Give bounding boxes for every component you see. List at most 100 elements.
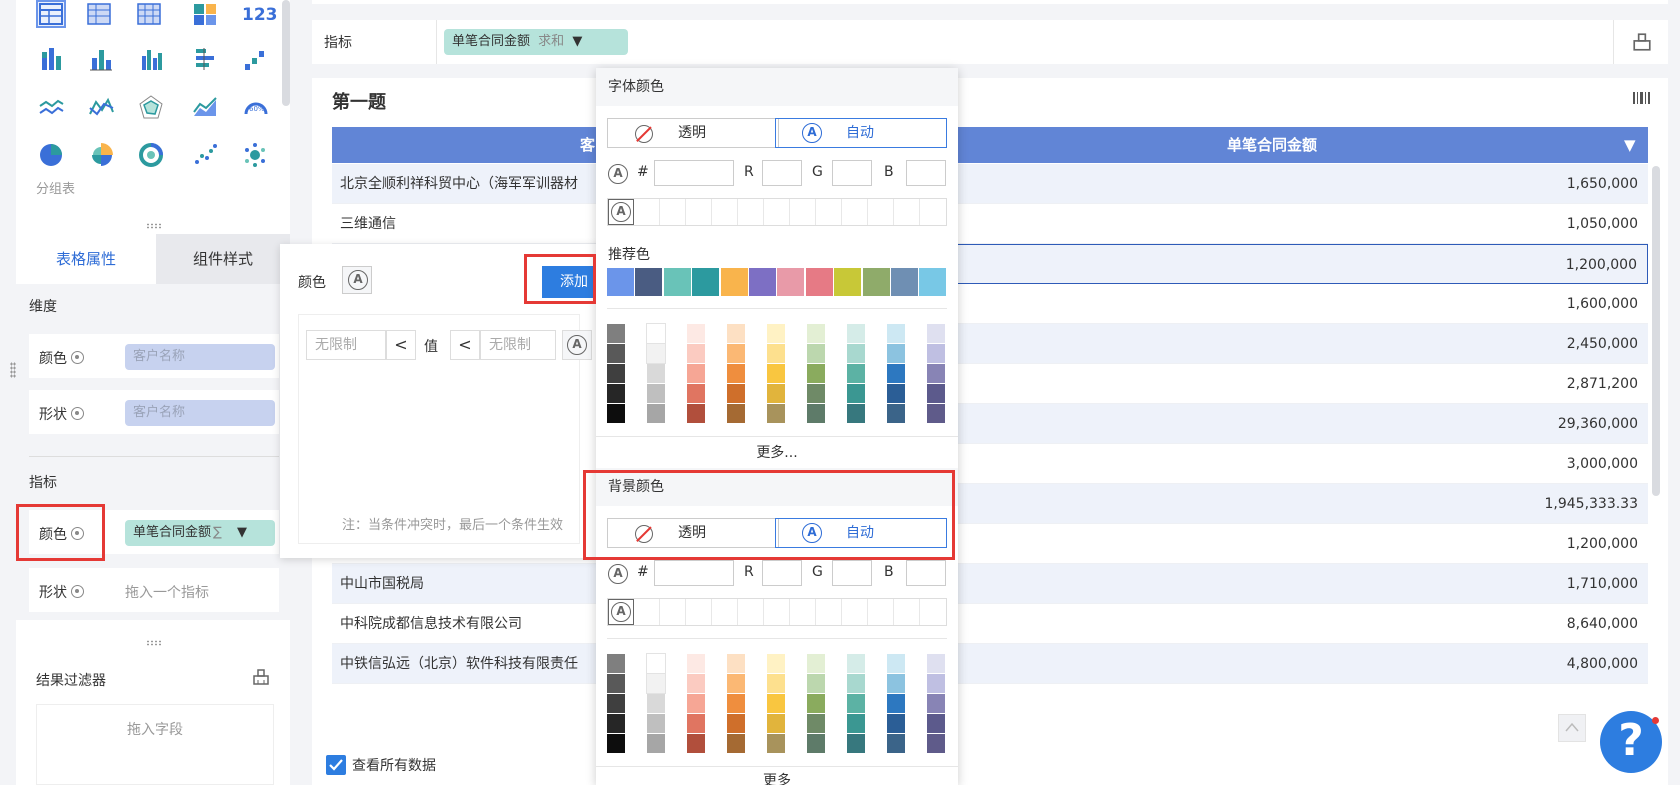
view-all-label[interactable]: 查看所有数据 xyxy=(352,755,436,775)
palette-color-swatch[interactable] xyxy=(687,324,705,343)
tab-table-properties[interactable]: 表格属性 xyxy=(16,234,156,284)
recommended-color-swatch[interactable] xyxy=(919,268,947,296)
palette-color-swatch[interactable] xyxy=(687,674,705,693)
palette-color-swatch[interactable] xyxy=(807,694,825,713)
palette-color-swatch[interactable] xyxy=(807,344,825,363)
palette-color-swatch[interactable] xyxy=(927,364,945,383)
grouped-bar-icon[interactable] xyxy=(138,46,168,74)
heatmap-icon[interactable] xyxy=(192,2,222,30)
eraser-icon[interactable] xyxy=(252,668,270,686)
recent-color-swatch[interactable] xyxy=(686,599,712,625)
palette-color-swatch[interactable] xyxy=(887,384,905,403)
bg-r-input[interactable] xyxy=(762,560,802,586)
palette-color-swatch[interactable] xyxy=(927,674,945,693)
table-row[interactable]: 中铁信弘远（北京）软件科技有限责任 4,800,000 xyxy=(332,644,1648,684)
palette-color-swatch[interactable] xyxy=(887,324,905,343)
palette-color-swatch[interactable] xyxy=(727,734,745,753)
recent-color-swatch[interactable] xyxy=(634,599,660,625)
palette-color-swatch[interactable] xyxy=(607,734,625,753)
palette-color-swatch[interactable] xyxy=(767,384,785,403)
recommended-color-swatch[interactable] xyxy=(777,268,805,296)
table-row[interactable]: 中科院成都信息技术有限公司 8,640,000 xyxy=(332,604,1648,644)
recent-color-swatch[interactable] xyxy=(842,599,868,625)
bg-more-colors-link[interactable]: 更多 xyxy=(596,770,958,785)
palette-color-swatch[interactable] xyxy=(607,654,625,673)
recent-color-swatch[interactable]: A xyxy=(608,199,634,225)
palette-color-swatch[interactable] xyxy=(807,654,825,673)
palette-color-swatch[interactable] xyxy=(687,344,705,363)
operator-select-1[interactable]: < xyxy=(386,330,416,360)
palette-color-swatch[interactable] xyxy=(607,364,625,383)
bar-chart-icon[interactable] xyxy=(88,46,118,74)
font-b-input[interactable] xyxy=(906,160,946,186)
palette-color-swatch[interactable] xyxy=(767,404,785,423)
palette-color-swatch[interactable] xyxy=(647,714,665,733)
palette-color-swatch[interactable] xyxy=(607,714,625,733)
recent-color-swatch[interactable] xyxy=(816,599,842,625)
recent-color-swatch[interactable] xyxy=(634,199,660,225)
palette-color-swatch[interactable] xyxy=(727,404,745,423)
palette-color-swatch[interactable] xyxy=(887,404,905,423)
gear-icon[interactable] xyxy=(71,407,84,420)
cross-table-icon[interactable] xyxy=(86,2,116,30)
palette-color-swatch[interactable] xyxy=(927,654,945,673)
area-chart-icon[interactable] xyxy=(192,94,222,122)
palette-color-swatch[interactable] xyxy=(687,734,705,753)
tab-component-style[interactable]: 组件样式 xyxy=(156,234,290,284)
recent-color-swatch[interactable]: A xyxy=(608,599,634,625)
palette-color-swatch[interactable] xyxy=(687,364,705,383)
recommended-color-swatch[interactable] xyxy=(749,268,776,296)
prev-page-button[interactable] xyxy=(1558,714,1586,742)
palette-color-swatch[interactable] xyxy=(767,714,785,733)
palette-color-swatch[interactable] xyxy=(927,404,945,423)
font-auto-button[interactable]: A 自动 xyxy=(775,118,947,148)
palette-color-swatch[interactable] xyxy=(767,694,785,713)
recent-color-swatch[interactable] xyxy=(712,199,738,225)
detail-table-icon[interactable] xyxy=(136,2,166,30)
palette-color-swatch[interactable] xyxy=(687,694,705,713)
recommended-color-swatch[interactable] xyxy=(607,268,634,296)
palette-color-swatch[interactable] xyxy=(887,674,905,693)
bg-hex-input[interactable] xyxy=(654,560,734,586)
palette-color-swatch[interactable] xyxy=(687,404,705,423)
palette-color-swatch[interactable] xyxy=(607,404,625,423)
metric-bar-field[interactable]: 单笔合同金额 求和 ▼ xyxy=(444,29,628,55)
palette-color-swatch[interactable] xyxy=(927,384,945,403)
palette-color-swatch[interactable] xyxy=(727,694,745,713)
palette-color-swatch[interactable] xyxy=(646,653,666,674)
filter-drop-zone[interactable]: 拖入字段 xyxy=(36,704,274,785)
col-amount-header[interactable]: 单笔合同金额 xyxy=(1227,127,1317,163)
palette-color-swatch[interactable] xyxy=(807,384,825,403)
palette-color-swatch[interactable] xyxy=(807,674,825,693)
recent-color-swatch[interactable] xyxy=(842,199,868,225)
palette-color-swatch[interactable] xyxy=(727,344,745,363)
palette-color-swatch[interactable] xyxy=(847,324,865,343)
palette-color-swatch[interactable] xyxy=(727,654,745,673)
palette-color-swatch[interactable] xyxy=(807,324,825,343)
palette-color-swatch[interactable] xyxy=(887,714,905,733)
palette-color-swatch[interactable] xyxy=(847,694,865,713)
palette-color-swatch[interactable] xyxy=(607,384,625,403)
recent-color-swatch[interactable] xyxy=(868,199,894,225)
met-shape-placeholder[interactable]: 拖入一个指标 xyxy=(125,582,209,602)
filter-icon[interactable]: ▼ xyxy=(237,520,247,546)
palette-color-swatch[interactable] xyxy=(847,674,865,693)
recent-color-swatch[interactable] xyxy=(816,199,842,225)
barcode-icon[interactable] xyxy=(1632,90,1652,106)
palette-color-swatch[interactable] xyxy=(687,384,705,403)
font-g-input[interactable] xyxy=(832,160,872,186)
palette-color-swatch[interactable] xyxy=(807,714,825,733)
palette-color-swatch[interactable] xyxy=(847,404,865,423)
recent-color-swatch[interactable] xyxy=(894,199,920,225)
palette-color-swatch[interactable] xyxy=(647,384,665,403)
bg-g-input[interactable] xyxy=(832,560,872,586)
rose-chart-icon[interactable] xyxy=(88,142,118,170)
min-value-input[interactable]: 无限制 xyxy=(306,330,386,360)
palette-color-swatch[interactable] xyxy=(767,674,785,693)
recommended-color-swatch[interactable] xyxy=(663,268,691,296)
recent-color-swatch[interactable] xyxy=(790,599,816,625)
palette-color-swatch[interactable] xyxy=(847,714,865,733)
palette-color-swatch[interactable] xyxy=(927,694,945,713)
palette-color-swatch[interactable] xyxy=(607,324,625,343)
palette-color-swatch[interactable] xyxy=(646,323,666,344)
